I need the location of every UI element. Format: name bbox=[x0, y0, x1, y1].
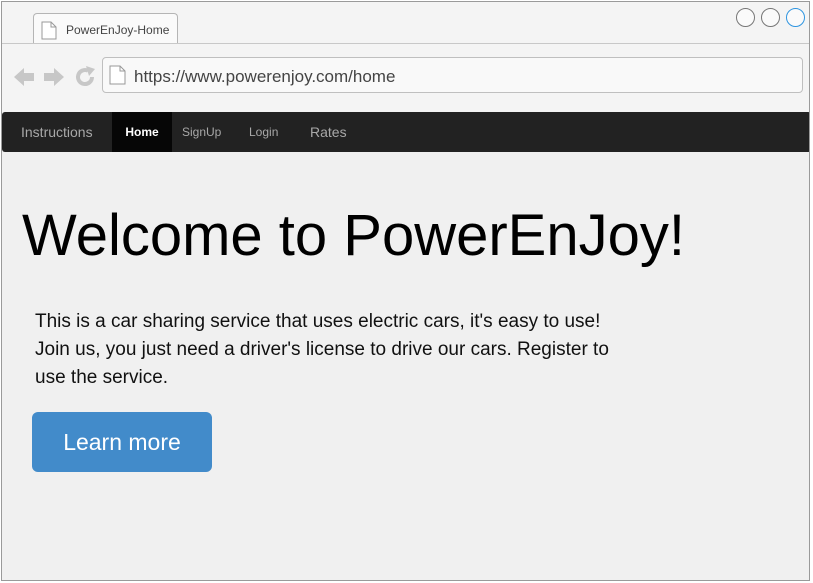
page-icon bbox=[109, 65, 126, 90]
maximize-window-button[interactable] bbox=[761, 8, 780, 27]
back-arrow-icon[interactable] bbox=[12, 66, 36, 88]
tab-title: PowerEnJoy-Home bbox=[66, 23, 170, 37]
tab-divider bbox=[2, 43, 809, 44]
intro-text: This is a car sharing service that uses … bbox=[35, 311, 609, 388]
close-window-button[interactable] bbox=[786, 8, 805, 27]
page-title: Welcome to PowerEnJoy! bbox=[22, 203, 685, 268]
nav-item-rates[interactable]: Rates bbox=[310, 112, 347, 152]
forward-arrow-icon[interactable] bbox=[42, 66, 66, 88]
nav-item-login[interactable]: Login bbox=[249, 112, 278, 152]
nav-item-signup[interactable]: SignUp bbox=[182, 112, 221, 152]
browser-chrome: PowerEnJoy-Home https://www.powerenjoy.c… bbox=[2, 2, 809, 113]
url-text[interactable]: https://www.powerenjoy.com/home bbox=[134, 67, 395, 87]
site-navbar: Instructions Home SignUp Login Rates bbox=[2, 112, 809, 152]
reload-icon[interactable] bbox=[73, 65, 97, 89]
page-icon bbox=[41, 21, 57, 45]
nav-item-home[interactable]: Home bbox=[112, 112, 172, 152]
learn-more-button[interactable]: Learn more bbox=[32, 412, 212, 472]
minimize-window-button[interactable] bbox=[736, 8, 755, 27]
address-bar[interactable]: https://www.powerenjoy.com/home bbox=[102, 57, 803, 93]
nav-item-instructions[interactable]: Instructions bbox=[21, 112, 93, 152]
browser-tab[interactable]: PowerEnJoy-Home bbox=[33, 13, 178, 44]
browser-window: PowerEnJoy-Home https://www.powerenjoy.c… bbox=[1, 1, 810, 581]
